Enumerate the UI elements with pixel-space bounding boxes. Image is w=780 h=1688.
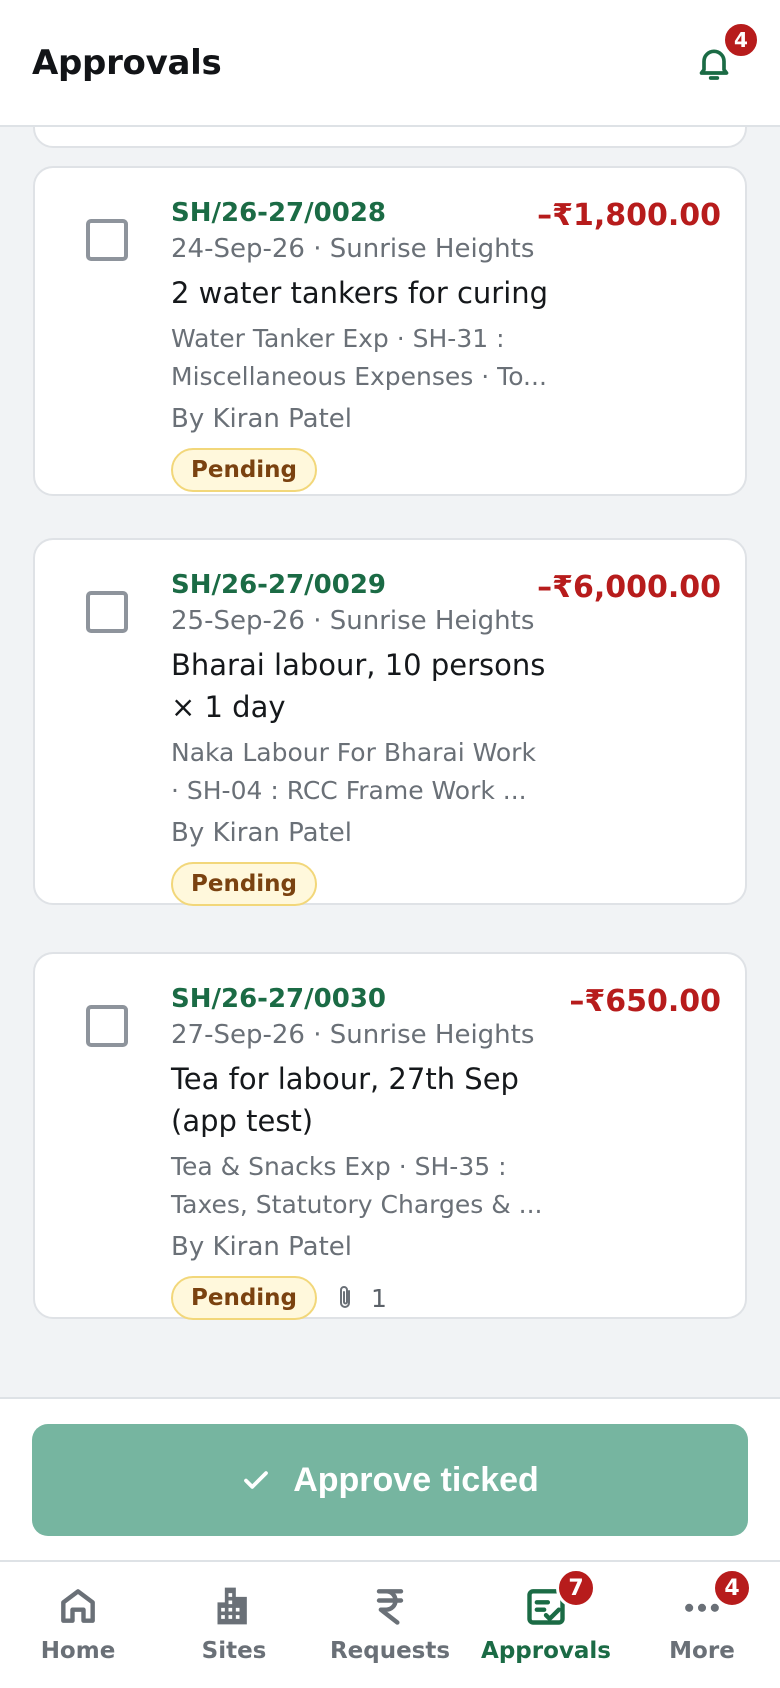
paperclip-icon [340, 1286, 351, 1308]
approval-description: Water Tanker Exp · SH-31 : Miscellaneous… [171, 324, 547, 391]
approval-ref: SH/26-27/0029 [171, 570, 386, 600]
approval-ref: SH/26-27/0028 [171, 198, 386, 228]
status-badge: Pending [171, 862, 318, 906]
action-bar: Approve ticked [0, 1397, 780, 1560]
approval-card-partial[interactable] [33, 127, 747, 148]
nav-label: More [669, 1638, 735, 1664]
approvals-count-badge: 7 [556, 1568, 596, 1608]
notification-count-badge: 4 [722, 20, 760, 59]
more-count-badge: 4 [712, 1568, 752, 1608]
rupee-icon [376, 1589, 404, 1625]
approval-checkbox[interactable] [86, 219, 128, 261]
approval-requester: By Kiran Patel [171, 818, 352, 848]
status-badge: Pending [171, 1276, 318, 1320]
nav-item-home[interactable]: Home [0, 1562, 156, 1688]
nav-label: Requests [329, 1638, 451, 1664]
approval-details: SH/26-27/0028 24-Sep-26 · Sunrise Height… [171, 196, 551, 492]
nav-label: Sites [201, 1638, 267, 1664]
bottom-navigation: Home Sites Requests Approvals 7 More 4 [0, 1560, 780, 1688]
approval-date-site: 25-Sep-26 · Sunrise Heights [171, 606, 535, 636]
approve-ticked-label: Approve ticked [293, 1460, 539, 1499]
approval-date-site: 27-Sep-26 · Sunrise Heights [171, 1020, 535, 1050]
approval-amount: –₹6,000.00 [537, 570, 721, 605]
nav-item-more[interactable]: More 4 [624, 1562, 780, 1688]
approve-ticked-button[interactable]: Approve ticked [32, 1424, 748, 1536]
notifications-button[interactable]: 4 [686, 20, 760, 91]
attachment-indicator[interactable]: 1 [335, 1284, 387, 1313]
approval-details: SH/26-27/0030 27-Sep-26 · Sunrise Height… [171, 982, 551, 1320]
nav-item-approvals[interactable]: Approvals 7 [468, 1562, 624, 1688]
approval-description: Tea & Snacks Exp · SH-35 : Taxes, Statut… [171, 1152, 543, 1219]
approval-card[interactable]: SH/26-27/0028 24-Sep-26 · Sunrise Height… [33, 166, 747, 496]
approval-description: Naka Labour For Bharai Work · SH-04 : RC… [171, 738, 536, 805]
nav-label: Approvals [481, 1638, 611, 1664]
nav-item-requests[interactable]: Requests [312, 1562, 468, 1688]
status-badge: Pending [171, 448, 318, 492]
approval-card[interactable]: SH/26-27/0029 25-Sep-26 · Sunrise Height… [33, 538, 747, 906]
checkmark-icon [244, 1471, 269, 1489]
building-icon [217, 1587, 247, 1625]
nav-label: Home [40, 1638, 116, 1664]
attachment-count: 1 [371, 1283, 387, 1313]
approval-requester: By Kiran Patel [171, 404, 352, 434]
approval-checkbox[interactable] [86, 591, 128, 633]
approval-amount: –₹1,800.00 [537, 198, 721, 233]
approval-title: Tea for labour, 27th Sep (app test) [171, 1062, 519, 1138]
approval-ref: SH/26-27/0030 [171, 984, 386, 1014]
nav-item-sites[interactable]: Sites [156, 1562, 312, 1688]
approval-date-site: 24-Sep-26 · Sunrise Heights [171, 234, 535, 264]
home-icon [61, 1589, 95, 1623]
approval-amount: –₹650.00 [569, 984, 721, 1019]
approval-card[interactable]: SH/26-27/0030 27-Sep-26 · Sunrise Height… [33, 952, 747, 1320]
approval-requester: By Kiran Patel [171, 1232, 352, 1262]
approval-title: Bharai labour, 10 persons × 1 day [171, 648, 546, 724]
approval-checkbox[interactable] [86, 1005, 128, 1047]
app-header: Approvals 4 [0, 0, 780, 127]
approvals-list[interactable]: SH/26-27/0028 24-Sep-26 · Sunrise Height… [0, 127, 780, 1397]
page-title: Approvals [32, 42, 222, 83]
approval-details: SH/26-27/0029 25-Sep-26 · Sunrise Height… [171, 568, 551, 906]
approval-title: 2 water tankers for curing [171, 276, 549, 310]
